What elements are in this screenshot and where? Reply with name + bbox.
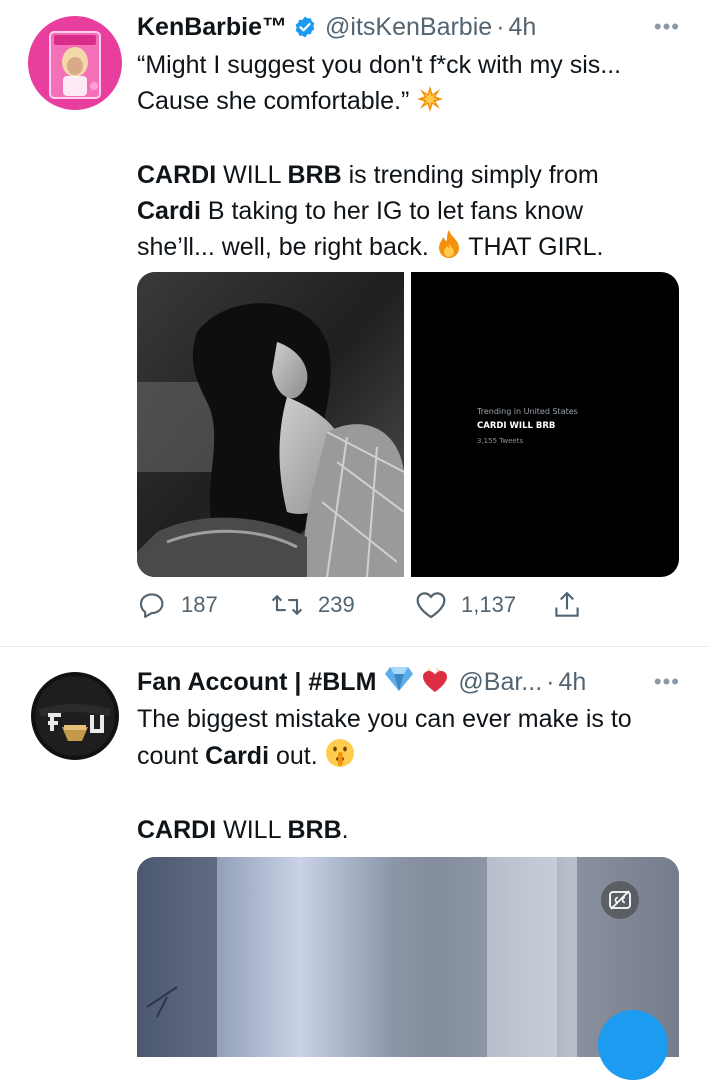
hashtag-highlight[interactable]: BRB — [288, 161, 342, 189]
text-segment: Cause she comfortable.” — [137, 86, 410, 115]
portrait-photo — [137, 272, 405, 577]
text-segment: is trending simply from — [341, 161, 599, 189]
text-line: CARDI WILL BRB. — [137, 813, 684, 849]
text-line: she’ll... well, be right back. THAT GIRL… — [137, 229, 684, 270]
text-line: The biggest mistake you can ever make is… — [137, 702, 684, 738]
avatar-image — [28, 16, 122, 110]
display-name[interactable]: Fan Account | #BLM — [137, 668, 376, 697]
hashtag-highlight[interactable]: BRB — [288, 816, 342, 844]
compose-tweet-button[interactable] — [598, 1010, 668, 1080]
tweet[interactable]: Fan Account | #BLM @Bar... · 4h ••• The … — [0, 647, 708, 1057]
gem-emoji-icon — [384, 666, 414, 699]
reply-count: 187 — [181, 592, 218, 617]
share-icon — [555, 591, 579, 617]
tweet-text: The biggest mistake you can ever make is… — [137, 702, 684, 849]
text-segment: B taking to her IG to let fans know — [200, 196, 584, 225]
hashtag-highlight[interactable]: CARDI — [137, 816, 216, 844]
separator-dot: · — [496, 12, 505, 41]
trend-count: 3,155 Tweets — [477, 437, 524, 445]
text-line: Cause she comfortable.” — [137, 84, 684, 124]
heart-on-fire-emoji-icon — [420, 664, 450, 701]
text-segment: WILL — [216, 816, 288, 844]
like-count: 1,137 — [461, 592, 517, 617]
media-grid: Trending in United States CARDI WILL BRB… — [137, 272, 679, 577]
text-segment: . — [341, 816, 349, 844]
user-handle[interactable]: @itsKenBarbie — [325, 13, 492, 42]
display-name[interactable]: KenBarbie™ — [137, 13, 287, 42]
hashtag-highlight[interactable]: Cardi — [205, 742, 269, 770]
text-segment: “Might I suggest you don't f*ck with my … — [137, 51, 622, 79]
more-options-icon[interactable]: ••• — [654, 669, 680, 695]
shushing-face-emoji-icon — [325, 738, 355, 779]
tweet-text: “Might I suggest you don't f*ck with my … — [137, 48, 684, 270]
separator-dot: · — [546, 667, 555, 696]
text-segment: she’ll... well, be right back. — [137, 233, 436, 261]
text-segment: THAT GIRL. — [461, 233, 604, 261]
like-button[interactable]: 1,137 — [415, 590, 516, 620]
timestamp[interactable]: 4h — [558, 668, 586, 697]
avatar[interactable] — [28, 16, 122, 110]
video-player[interactable] — [137, 857, 679, 1057]
trend-topic: CARDI WILL BRB — [477, 421, 556, 431]
share-button[interactable] — [552, 590, 582, 620]
hashtag-highlight[interactable]: CARDI — [137, 161, 216, 189]
video-frame — [137, 857, 679, 1057]
more-options-icon[interactable]: ••• — [654, 14, 680, 40]
closed-captions-button[interactable] — [601, 881, 639, 919]
tweet[interactable]: KenBarbie™ @itsKenBarbie · 4h ••• “Might… — [0, 0, 708, 647]
fire-emoji-icon — [436, 229, 462, 270]
photo-left[interactable] — [137, 272, 405, 577]
heart-icon — [416, 592, 446, 619]
retweet-count: 239 — [318, 592, 355, 617]
retweet-icon — [271, 594, 303, 616]
text-line: CARDI WILL BRB is trending simply from — [137, 158, 684, 194]
text-segment: out. — [269, 741, 318, 770]
collision-emoji-icon — [416, 85, 444, 124]
text-line: count Cardi out. — [137, 738, 684, 779]
verified-badge-icon — [293, 15, 317, 39]
avatar[interactable] — [28, 669, 122, 763]
reply-icon — [139, 593, 164, 618]
trend-card: Trending in United States CARDI WILL BRB… — [477, 407, 578, 445]
tweet-header: KenBarbie™ @itsKenBarbie · 4h ••• — [137, 10, 708, 44]
retweet-button[interactable]: 239 — [270, 590, 355, 620]
hashtag-highlight[interactable]: Cardi — [137, 197, 201, 225]
text-segment: The biggest mistake you can ever make is… — [137, 705, 632, 733]
tweet-header: Fan Account | #BLM @Bar... · 4h ••• — [137, 665, 708, 699]
closed-captions-icon — [609, 890, 631, 910]
text-line: “Might I suggest you don't f*ck with my … — [137, 48, 684, 84]
screenshot-trending[interactable]: Trending in United States CARDI WILL BRB… — [411, 272, 679, 577]
text-segment: count — [137, 741, 206, 770]
tweet-actions: 187 239 1,137 — [137, 590, 597, 624]
trend-location: Trending in United States — [477, 407, 578, 416]
text-segment: WILL — [216, 161, 288, 189]
timestamp[interactable]: 4h — [509, 13, 537, 42]
user-handle[interactable]: @Bar... — [458, 668, 542, 697]
text-line: Cardi B taking to her IG to let fans kno… — [137, 194, 684, 230]
avatar-image — [28, 669, 122, 763]
reply-button[interactable]: 187 — [137, 590, 218, 620]
